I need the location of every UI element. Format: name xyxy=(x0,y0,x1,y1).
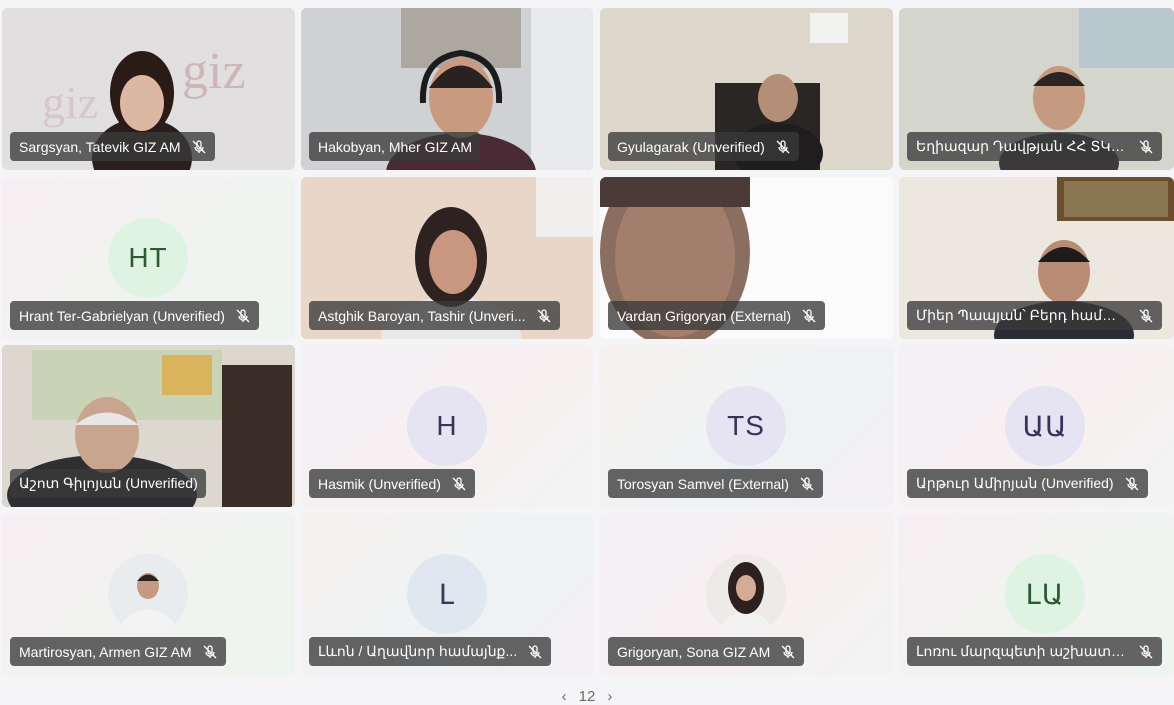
participant-tile[interactable]: Martirosyan, Armen GIZ AM xyxy=(2,513,295,675)
participant-name: Լոռու մարզպետի աշխատակ... xyxy=(916,643,1128,659)
participant-nameplate: Hakobyan, Mher GIZ AM xyxy=(309,132,481,161)
participant-nameplate: Vardan Grigoryan (External) xyxy=(608,301,826,330)
mic-off-icon xyxy=(452,476,466,490)
participant-tile[interactable]: Լ Լևոն / Աղավնոր համայնք... xyxy=(301,513,593,675)
avatar: H xyxy=(407,386,487,466)
avatar-initials: HT xyxy=(128,242,168,273)
participant-tile[interactable]: HT Hrant Ter-Gabrielyan (Unverified) xyxy=(2,177,295,339)
avatar: TS xyxy=(706,386,786,466)
participant-tile[interactable]: ԱԱ Արթուր Ամիրյան (Unverified) xyxy=(899,345,1174,507)
participant-name: Աշոտ Գիլոյան (Unverified) xyxy=(19,475,198,491)
participant-tile[interactable]: Gyulagarak (Unverified) xyxy=(600,8,893,170)
avatar-photo xyxy=(108,554,188,634)
avatar-photo xyxy=(706,554,786,634)
participant-name: Միեր Պապյան՝ Բերդ համայն... xyxy=(916,307,1128,323)
avatar: ԼԱ xyxy=(1005,554,1085,634)
participant-tile[interactable]: Hakobyan, Mher GIZ AM xyxy=(301,8,593,170)
participant-nameplate: Torosyan Samvel (External) xyxy=(608,469,823,498)
page-label: 12 xyxy=(578,688,596,705)
avatar-initials: TS xyxy=(727,410,765,441)
mic-off-icon xyxy=(1125,476,1139,490)
avatar-initials: Լ xyxy=(439,578,455,610)
mic-off-icon xyxy=(192,139,206,153)
participant-nameplate: Sargsyan, Tatevik GIZ AM xyxy=(10,132,215,161)
svg-text:giz: giz xyxy=(182,43,246,100)
participant-tile[interactable]: giz giz Sargsyan, Tatevik GIZ AM xyxy=(2,8,295,170)
mic-off-icon xyxy=(537,308,550,322)
participant-nameplate: Աշոտ Գիլոյան (Unverified) xyxy=(10,469,206,498)
mic-off-icon xyxy=(781,644,795,658)
participant-nameplate: Grigoryan, Sona GIZ AM xyxy=(608,637,805,666)
participant-tile[interactable]: Միեր Պապյան՝ Բերդ համայն... xyxy=(899,177,1174,339)
avatar: HT xyxy=(108,218,188,298)
mic-off-icon xyxy=(776,139,790,153)
mic-off-icon xyxy=(528,644,542,658)
avatar-initials: H xyxy=(436,410,458,441)
participant-nameplate: Hrant Ter-Gabrielyan (Unverified) xyxy=(10,301,259,330)
prev-page-icon[interactable]: ‹ xyxy=(562,688,567,705)
participant-tile-active-speaker[interactable]: Աշոտ Գիլոյան (Unverified) xyxy=(2,345,295,507)
participant-nameplate: Hasmik (Unverified) xyxy=(309,469,475,498)
svg-text:giz: giz xyxy=(42,77,98,128)
participant-name: Արթուր Ամիրյան (Unverified) xyxy=(916,475,1114,491)
participant-tile[interactable]: Vardan Grigoryan (External) xyxy=(600,177,893,339)
avatar: Լ xyxy=(407,554,487,634)
participant-name: Vardan Grigoryan (External) xyxy=(617,307,792,324)
video-gallery: giz giz Sargsyan, Tatevik GIZ AM Hakobya… xyxy=(0,0,1174,700)
gallery-pager: ‹ 12 › xyxy=(0,688,1174,705)
participant-tile[interactable]: H Hasmik (Unverified) xyxy=(301,345,593,507)
participant-name: Astghik Baroyan, Tashir (Unveri... xyxy=(318,307,526,324)
participant-nameplate: Եղիազար Դավթյան ՀՀ ՏԿԵ... xyxy=(907,132,1162,161)
mic-off-icon xyxy=(203,644,217,658)
participant-name: Sargsyan, Tatevik GIZ AM xyxy=(19,138,181,155)
participant-nameplate: Միեր Պապյան՝ Բերդ համայն... xyxy=(907,301,1162,330)
participant-name: Լևոն / Աղավնոր համայնք... xyxy=(318,643,518,659)
participant-tile[interactable]: Եղիազար Դավթյան ՀՀ ՏԿԵ... xyxy=(899,8,1174,170)
next-page-icon[interactable]: › xyxy=(607,688,612,705)
participant-tile[interactable]: ԼԱ Լոռու մարզպետի աշխատակ... xyxy=(899,513,1174,675)
participant-name: Martirosyan, Armen GIZ AM xyxy=(19,643,192,660)
participant-name: Եղիազար Դավթյան ՀՀ ՏԿԵ... xyxy=(916,138,1128,154)
participant-nameplate: Լևոն / Աղավնոր համայնք... xyxy=(309,637,552,666)
participant-name: Hasmik (Unverified) xyxy=(318,475,441,492)
participant-name: Grigoryan, Sona GIZ AM xyxy=(617,643,771,660)
participant-name: Hrant Ter-Gabrielyan (Unverified) xyxy=(19,307,225,324)
avatar-initials: ԱԱ xyxy=(1022,410,1068,442)
mic-off-icon xyxy=(236,308,250,322)
mic-off-icon xyxy=(1139,308,1153,322)
participant-name: Hakobyan, Mher GIZ AM xyxy=(318,138,473,155)
participant-name: Gyulagarak (Unverified) xyxy=(617,138,765,155)
mic-off-icon xyxy=(1139,644,1153,658)
participant-nameplate: Արթուր Ամիրյան (Unverified) xyxy=(907,469,1148,498)
participant-nameplate: Լոռու մարզպետի աշխատակ... xyxy=(907,637,1162,666)
participant-tile[interactable]: Grigoryan, Sona GIZ AM xyxy=(600,513,893,675)
mic-off-icon xyxy=(1139,139,1153,153)
avatar-initials: ԼԱ xyxy=(1025,578,1065,610)
participant-name: Torosyan Samvel (External) xyxy=(617,475,789,492)
mic-off-icon xyxy=(802,308,816,322)
mic-off-icon xyxy=(800,476,814,490)
participant-nameplate: Martirosyan, Armen GIZ AM xyxy=(10,637,226,666)
participant-tile[interactable]: TS Torosyan Samvel (External) xyxy=(600,345,893,507)
participant-nameplate: Gyulagarak (Unverified) xyxy=(608,132,799,161)
participant-nameplate: Astghik Baroyan, Tashir (Unveri... xyxy=(309,301,560,330)
avatar: ԱԱ xyxy=(1005,386,1085,466)
participant-tile[interactable]: Astghik Baroyan, Tashir (Unveri... xyxy=(301,177,593,339)
